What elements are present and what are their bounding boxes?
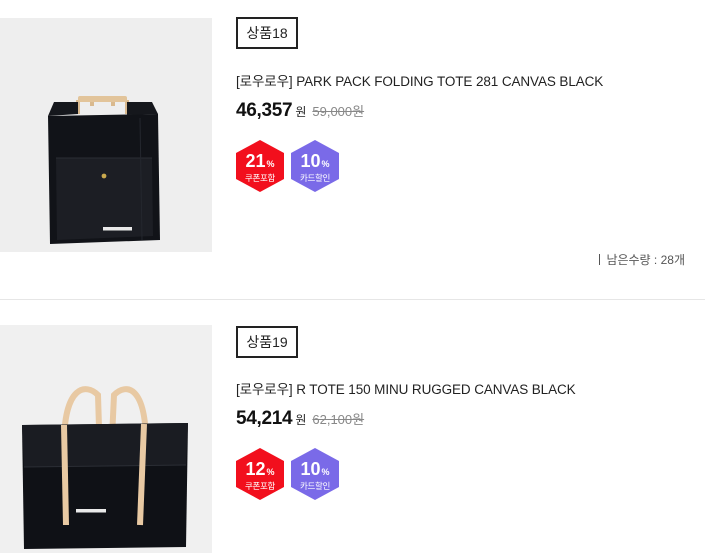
coupon-percent: 21 [245, 151, 266, 171]
card-label: 카드할인 [299, 173, 331, 183]
original-price: 62,100원 [312, 412, 365, 427]
price-row: 46,357 원 59,000원 [236, 100, 364, 122]
percent-sign: % [266, 467, 275, 477]
card-discount-badge: 10% 카드할인 [290, 448, 340, 500]
coupon-discount-badge: 21% 쿠폰포함 [235, 140, 285, 192]
stock-text: 남은수량 : 28개 [606, 253, 685, 267]
stock-remaining: 남은수량 : 28개 [599, 251, 685, 268]
product-number-tag: 상품19 [236, 326, 298, 358]
product-image[interactable] [0, 18, 212, 252]
coupon-label: 쿠폰포함 [244, 173, 276, 183]
card-discount-badge: 10% 카드할인 [290, 140, 340, 192]
product-card: 상품19 [로우로우] R TOTE 150 MINU RUGGED CANVA… [0, 300, 720, 553]
coupon-discount-badge: 12% 쿠폰포함 [235, 448, 285, 500]
product-name[interactable]: [로우로우] R TOTE 150 MINU RUGGED CANVAS BLA… [236, 378, 576, 398]
divider-bar [599, 254, 601, 265]
product-name[interactable]: [로우로우] PARK PACK FOLDING TOTE 281 CANVAS… [236, 70, 603, 90]
sale-price: 54,214 [236, 408, 293, 429]
sale-price: 46,357 [236, 100, 293, 121]
card-percent: 10 [300, 151, 321, 171]
coupon-percent: 12 [245, 459, 266, 479]
price-row: 54,214 원 62,100원 [236, 408, 364, 430]
percent-sign: % [321, 467, 330, 477]
coupon-label: 쿠폰포함 [244, 481, 276, 491]
tote-bag-handles-icon [0, 18, 212, 252]
card-percent: 10 [300, 459, 321, 479]
original-price: 59,000원 [312, 104, 365, 119]
percent-sign: % [321, 159, 330, 169]
product-image[interactable] [0, 325, 212, 553]
percent-sign: % [266, 159, 275, 169]
product-card: 상품18 [로우로우] PARK PACK FOLDING TOTE 281 C… [0, 0, 720, 300]
currency-label: 원 [295, 413, 307, 427]
product-number-tag: 상품18 [236, 17, 298, 49]
card-label: 카드할인 [299, 481, 331, 491]
currency-label: 원 [295, 105, 307, 119]
tote-bag-straps-icon [0, 325, 212, 553]
